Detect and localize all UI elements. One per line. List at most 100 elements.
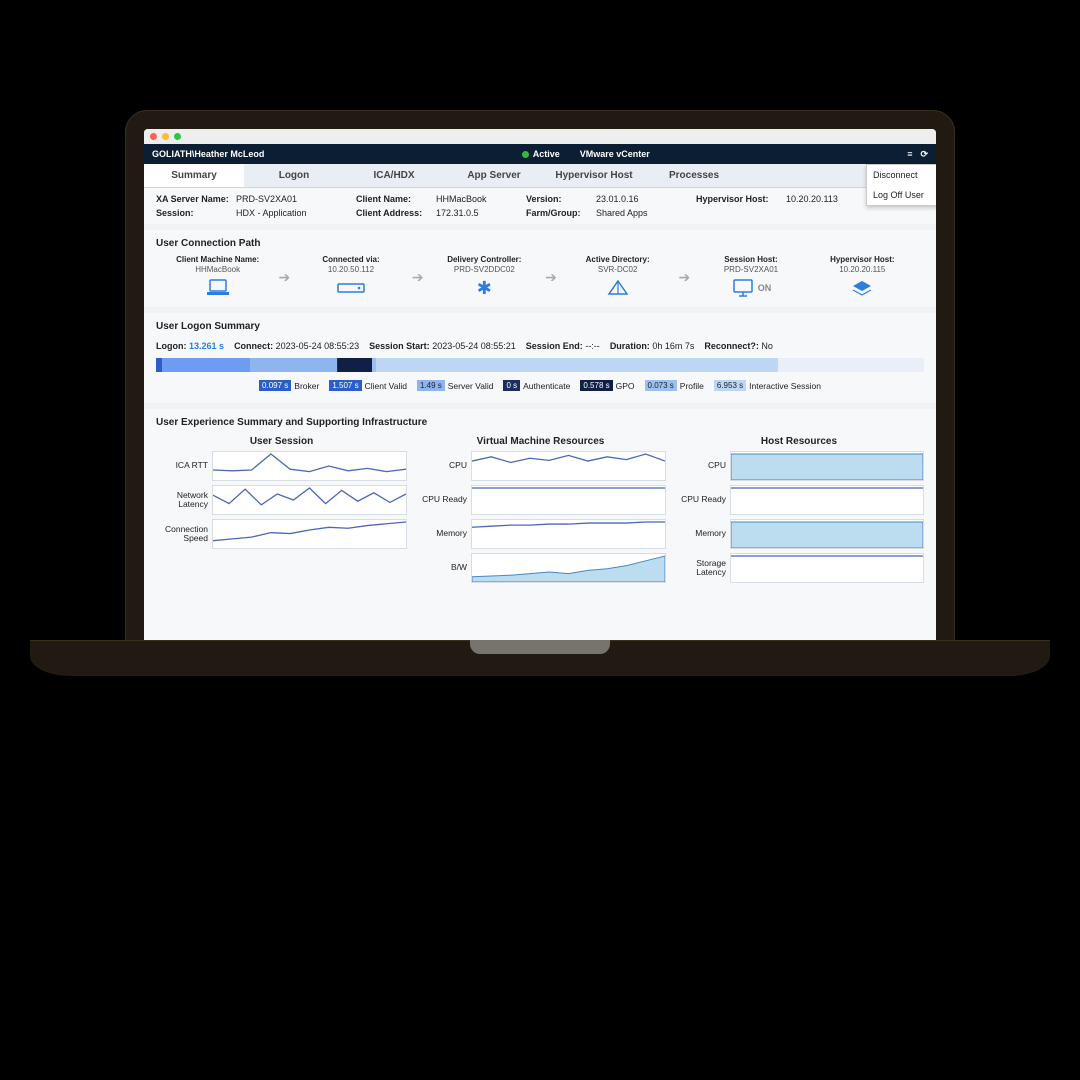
leg-server: Server Valid: [448, 381, 494, 391]
tab-summary[interactable]: Summary: [144, 164, 244, 187]
path-client-label: Client Machine Name:: [162, 255, 273, 264]
session-label: Session:: [156, 208, 236, 218]
leg-inter-time: 6.953 s: [714, 380, 746, 391]
directory-icon: [562, 277, 673, 299]
end-lbl: Session End:: [526, 341, 583, 351]
connect-value: 2023-05-24 08:55:23: [276, 341, 360, 351]
vm-mem-label: Memory: [415, 529, 471, 538]
leg-client-time: 1.507 s: [329, 380, 361, 391]
hypervisor-value: 10.20.20.113: [786, 194, 876, 204]
vm-bw-chart[interactable]: [471, 553, 666, 583]
leg-gpo-time: 0.578 s: [580, 380, 612, 391]
legend: 0.097 sBroker 1.507 sClient Valid 1.49 s…: [156, 376, 924, 395]
host-cpuready-label: CPU Ready: [674, 495, 730, 504]
client-name-label: Client Name:: [356, 194, 436, 204]
title-bar: GOLIATH\Heather McLeod Active VMware vCe…: [144, 144, 936, 164]
minimize-icon[interactable]: [162, 133, 169, 140]
session-info: XA Server Name: PRD-SV2XA01 Client Name:…: [144, 188, 936, 224]
status-dot-icon: [522, 151, 529, 158]
ux-section: User Experience Summary and Supporting I…: [144, 403, 936, 595]
vm-cpu-label: CPU: [415, 461, 471, 470]
host-mem-label: Memory: [674, 529, 730, 538]
host-storage-chart[interactable]: [730, 553, 924, 583]
leg-broker: Broker: [294, 381, 319, 391]
leg-auth: Authenticate: [523, 381, 570, 391]
path-dc-label: Delivery Controller:: [429, 255, 540, 264]
session-action-menu[interactable]: Disconnect Log Off User: [866, 164, 936, 206]
client-name-value: HHMacBook: [436, 194, 526, 204]
host-mem-chart[interactable]: [730, 519, 924, 549]
maximize-icon[interactable]: [174, 133, 181, 140]
net-latency-label: Network Latency: [156, 491, 212, 510]
connect-lbl: Connect:: [234, 341, 273, 351]
menu-disconnect[interactable]: Disconnect: [867, 165, 936, 185]
path-dc-value: PRD-SV2DDC02: [429, 265, 540, 274]
session-value: HDX - Application: [236, 208, 356, 218]
xa-server-label: XA Server Name:: [156, 194, 236, 204]
path-hh-value: 10.20.20.115: [807, 265, 918, 274]
dur-lbl: Duration:: [610, 341, 650, 351]
tab-bar: Summary Logon ICA/HDX App Server Hypervi…: [144, 164, 936, 188]
path-sh-label: Session Host:: [695, 255, 806, 264]
path-ad-label: Active Directory:: [562, 255, 673, 264]
conn-speed-label: Connection Speed: [156, 525, 212, 544]
host-storage-label: Storage Latency: [674, 559, 730, 578]
ux-title: User Experience Summary and Supporting I…: [156, 413, 924, 434]
host-cpu-label: CPU: [674, 461, 730, 470]
vm-cpu-chart[interactable]: [471, 451, 666, 481]
connection-path-section: User Connection Path Client Machine Name…: [144, 224, 936, 307]
vm-cpuready-chart[interactable]: [471, 485, 666, 515]
path-title: User Connection Path: [156, 234, 924, 255]
path-ad-value: SVR-DC02: [562, 265, 673, 274]
laptop-notch: [470, 640, 610, 654]
tab-logon[interactable]: Logon: [244, 164, 344, 187]
host-cpu-chart[interactable]: [730, 451, 924, 481]
close-icon[interactable]: [150, 133, 157, 140]
status-text: Active: [533, 149, 560, 159]
conn-speed-chart[interactable]: [212, 519, 407, 549]
arrow-icon: ➔: [673, 269, 695, 286]
leg-server-time: 1.49 s: [417, 380, 445, 391]
rec-value: No: [761, 341, 773, 351]
app-window: GOLIATH\Heather McLeod Active VMware vCe…: [144, 129, 936, 641]
dur-value: 0h 16m 7s: [652, 341, 694, 351]
tab-ica-hdx[interactable]: ICA/HDX: [344, 164, 444, 187]
tab-hypervisor-host[interactable]: Hypervisor Host: [544, 164, 644, 187]
path-sh-value: PRD-SV2XA01: [695, 265, 806, 274]
layers-icon: [807, 277, 918, 299]
vm-cpuready-label: CPU Ready: [415, 495, 471, 504]
laptop-icon: [162, 277, 273, 299]
version-value: 23.01.0.16: [596, 194, 696, 204]
logon-progress-bar: [156, 358, 924, 372]
arrow-icon: ➔: [407, 269, 429, 286]
logon-title: User Logon Summary: [156, 317, 924, 338]
path-conn-label: Connected via:: [295, 255, 406, 264]
snowflake-icon: ✱: [429, 277, 540, 299]
net-latency-chart[interactable]: [212, 485, 407, 515]
laptop-frame: GOLIATH\Heather McLeod Active VMware vCe…: [30, 110, 1050, 685]
vm-mem-chart[interactable]: [471, 519, 666, 549]
on-label: ON: [758, 283, 772, 293]
menu-icon[interactable]: ≡: [907, 149, 912, 159]
end-value: --:--: [585, 341, 600, 351]
monitor-icon: ON: [695, 277, 806, 299]
gateway-icon: [295, 277, 406, 299]
host-cpuready-chart[interactable]: [730, 485, 924, 515]
ica-rtt-chart[interactable]: [212, 451, 407, 481]
logon-value: 13.261 s: [189, 341, 224, 351]
ica-rtt-label: ICA RTT: [156, 461, 212, 470]
rec-lbl: Reconnect?:: [704, 341, 759, 351]
start-lbl: Session Start:: [369, 341, 430, 351]
host-title: Host Resources: [674, 434, 924, 451]
farm-label: Farm/Group:: [526, 208, 596, 218]
refresh-icon[interactable]: ⟳: [920, 149, 928, 160]
path-client-value: HHMacBook: [162, 265, 273, 274]
xa-server-value: PRD-SV2XA01: [236, 194, 356, 204]
menu-log-off[interactable]: Log Off User: [867, 185, 936, 205]
path-hh-label: Hypervisor Host:: [807, 255, 918, 264]
tab-app-server[interactable]: App Server: [444, 164, 544, 187]
tab-processes[interactable]: Processes: [644, 164, 744, 187]
arrow-icon: ➔: [540, 269, 562, 286]
window-traffic-lights[interactable]: [144, 129, 936, 144]
environment-label: VMware vCenter: [580, 149, 650, 159]
